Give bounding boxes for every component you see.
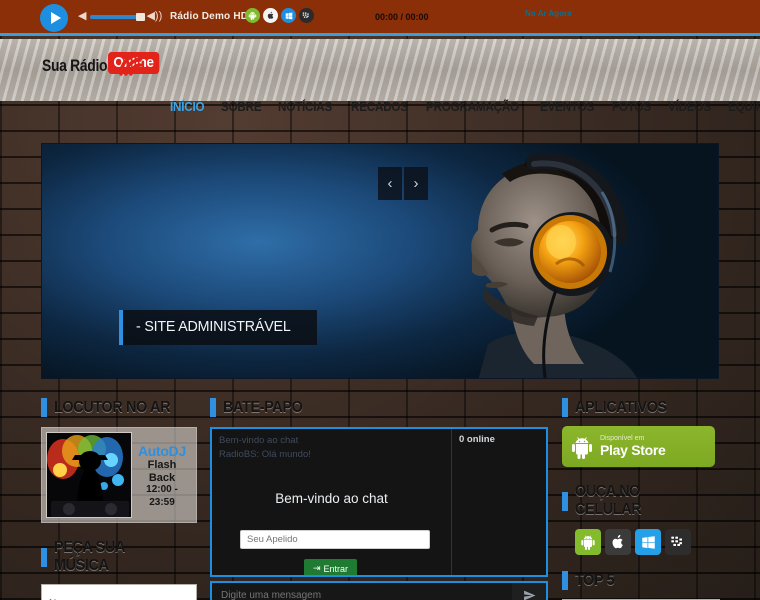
nav-item-recados[interactable]: RECADOS bbox=[351, 100, 408, 114]
section-title-text: TOP 5 bbox=[575, 571, 615, 589]
android-icon[interactable] bbox=[245, 8, 260, 23]
section-accent-bar bbox=[210, 398, 216, 417]
top5-section: TOP 5 1 Maiara e Maraisa bbox=[562, 571, 720, 600]
android-icon[interactable] bbox=[575, 529, 601, 555]
chat-enter-button[interactable]: ⇥ Entrar bbox=[304, 559, 358, 575]
topbar-platform-icons bbox=[245, 8, 314, 23]
section-accent-bar bbox=[562, 398, 568, 417]
section-title-request: PEÇA SUA MÚSICA bbox=[41, 539, 197, 575]
nav-item-equipe[interactable]: EQUIPE bbox=[728, 100, 760, 114]
chat-message-input[interactable] bbox=[212, 583, 512, 600]
chat-welcome-text: Bem-vindo ao chat bbox=[275, 491, 388, 506]
dj-show-line2: Back bbox=[148, 471, 176, 484]
nav-item-videos[interactable]: VÍDEOS bbox=[668, 100, 711, 114]
send-paper-plane-icon bbox=[523, 590, 535, 600]
blackberry-icon[interactable] bbox=[665, 529, 691, 555]
nav-item-sobre[interactable]: SOBRE bbox=[221, 100, 262, 114]
volume-slider-knob[interactable] bbox=[136, 12, 146, 21]
apple-icon[interactable] bbox=[263, 8, 278, 23]
windows-icon[interactable] bbox=[281, 8, 296, 23]
volume-control[interactable]: ◀ ◀)) bbox=[78, 11, 162, 22]
play-store-text: Disponível em Play Store bbox=[600, 435, 666, 458]
right-column: APLICATIVOS Disponível em Play Store OUÇ… bbox=[562, 398, 720, 600]
chat-users-pane: 0 online bbox=[451, 429, 546, 575]
login-icon: ⇥ bbox=[313, 563, 321, 573]
dj-time-line1: 12:00 - bbox=[146, 484, 178, 496]
play-icon bbox=[50, 12, 61, 24]
chat-log-line: Bem-vindo ao chat bbox=[219, 435, 299, 446]
dj-info: AutoDJ Flash Back 12:00 - 23:59 bbox=[132, 432, 192, 518]
mobile-section: OUÇA NO CELULAR bbox=[562, 483, 720, 555]
section-accent-bar bbox=[562, 571, 568, 590]
section-accent-bar bbox=[41, 547, 47, 567]
android-icon bbox=[572, 436, 592, 459]
chat-nickname-input[interactable] bbox=[240, 530, 430, 549]
player-timecode: 00:00 / 00:00 bbox=[375, 12, 429, 22]
chat-send-button[interactable] bbox=[512, 583, 546, 600]
chat-log-line: RadioBS: Olá mundo! bbox=[219, 448, 311, 460]
chat-main-pane: Bem-vindo ao chat RadioBS: Olá mundo! Be… bbox=[212, 429, 451, 575]
nav-item-inicio[interactable]: INÍCIO bbox=[170, 100, 205, 114]
play-store-badge[interactable]: Disponível em Play Store bbox=[562, 426, 715, 467]
hero-prev-button[interactable]: ‹ bbox=[378, 167, 402, 200]
play-button[interactable] bbox=[40, 4, 68, 32]
blackberry-icon[interactable] bbox=[299, 8, 314, 23]
section-title-apps: APLICATIVOS bbox=[562, 398, 720, 417]
section-title-text: APLICATIVOS bbox=[575, 398, 667, 416]
section-accent-bar bbox=[41, 398, 47, 417]
station-name: Rádio Demo HD bbox=[170, 11, 249, 22]
section-title-top5: TOP 5 bbox=[562, 571, 720, 590]
top-player-bar: ◀ ◀)) Rádio Demo HD 00:00 / 00:00 No Ar … bbox=[0, 0, 760, 36]
nav-item-fotos[interactable]: FOTOS bbox=[612, 100, 651, 114]
site-header: Sua Rádio Online INÍCIO SOBRE NOTÍCIAS R… bbox=[0, 39, 760, 114]
volume-up-icon[interactable]: ◀)) bbox=[146, 11, 162, 22]
section-title-locutor: LOCUTOR NO AR bbox=[41, 398, 197, 417]
now-playing-label: No Ar Agora bbox=[525, 9, 572, 18]
dj-show-line1: Flash bbox=[147, 459, 177, 471]
section-title-mobile: OUÇA NO CELULAR bbox=[562, 483, 720, 519]
request-name-input[interactable] bbox=[41, 584, 197, 600]
chat-enter-label: Entrar bbox=[323, 563, 349, 574]
dj-artwork bbox=[46, 432, 132, 518]
section-accent-bar bbox=[562, 491, 568, 511]
section-title-chat: BATE-PAPO bbox=[210, 398, 548, 417]
volume-mute-icon[interactable]: ◀ bbox=[78, 11, 86, 22]
main-navigation: INÍCIO SOBRE NOTÍCIAS RECADOS PROGRAMAÇÃ… bbox=[170, 100, 760, 114]
windows-icon[interactable] bbox=[635, 529, 661, 555]
chat-online-count: 0 online bbox=[459, 434, 495, 445]
nav-item-noticias[interactable]: NOTÍCIAS bbox=[278, 100, 332, 114]
section-title-text: BATE-PAPO bbox=[223, 398, 303, 416]
mobile-platform-icons bbox=[562, 529, 720, 555]
left-column: LOCUTOR NO AR AutoDJ Flash Back 12:00 - … bbox=[41, 398, 197, 600]
volume-slider[interactable] bbox=[90, 12, 146, 21]
request-section: PEÇA SUA MÚSICA bbox=[41, 539, 197, 600]
hero-next-button[interactable]: › bbox=[404, 167, 428, 200]
section-title-text: OUÇA NO CELULAR bbox=[575, 483, 642, 518]
chat-column: BATE-PAPO Bem-vindo ao chat RadioBS: Olá… bbox=[210, 398, 548, 600]
dj-time-line2: 23:59 bbox=[149, 496, 175, 508]
section-title-text: PEÇA SUA MÚSICA bbox=[54, 539, 125, 574]
play-store-title: Play Store bbox=[600, 441, 666, 458]
hero-caption: - SITE ADMINISTRÁVEL bbox=[119, 310, 317, 345]
hero-caption-text: - SITE ADMINISTRÁVEL bbox=[136, 318, 291, 335]
nav-item-eventos[interactable]: EVENTOS bbox=[540, 100, 594, 114]
hero-slider-arrows: ‹ › bbox=[378, 167, 428, 200]
chat-box: Bem-vindo ao chat RadioBS: Olá mundo! Be… bbox=[210, 427, 548, 577]
dj-name: AutoDJ bbox=[138, 443, 186, 459]
wifi-waves-icon bbox=[115, 47, 153, 77]
apple-icon[interactable] bbox=[605, 529, 631, 555]
section-title-text: LOCUTOR NO AR bbox=[54, 398, 171, 416]
hero-headphones-man-illustration bbox=[406, 144, 656, 378]
chat-log: Bem-vindo ao chat RadioBS: Olá mundo! bbox=[212, 429, 451, 462]
nav-item-programacao[interactable]: PROGRAMAÇÃO bbox=[426, 100, 519, 114]
chat-send-row bbox=[210, 581, 548, 600]
dj-card: AutoDJ Flash Back 12:00 - 23:59 bbox=[41, 427, 197, 523]
logo-text-primary: Sua Rádio bbox=[42, 56, 108, 75]
